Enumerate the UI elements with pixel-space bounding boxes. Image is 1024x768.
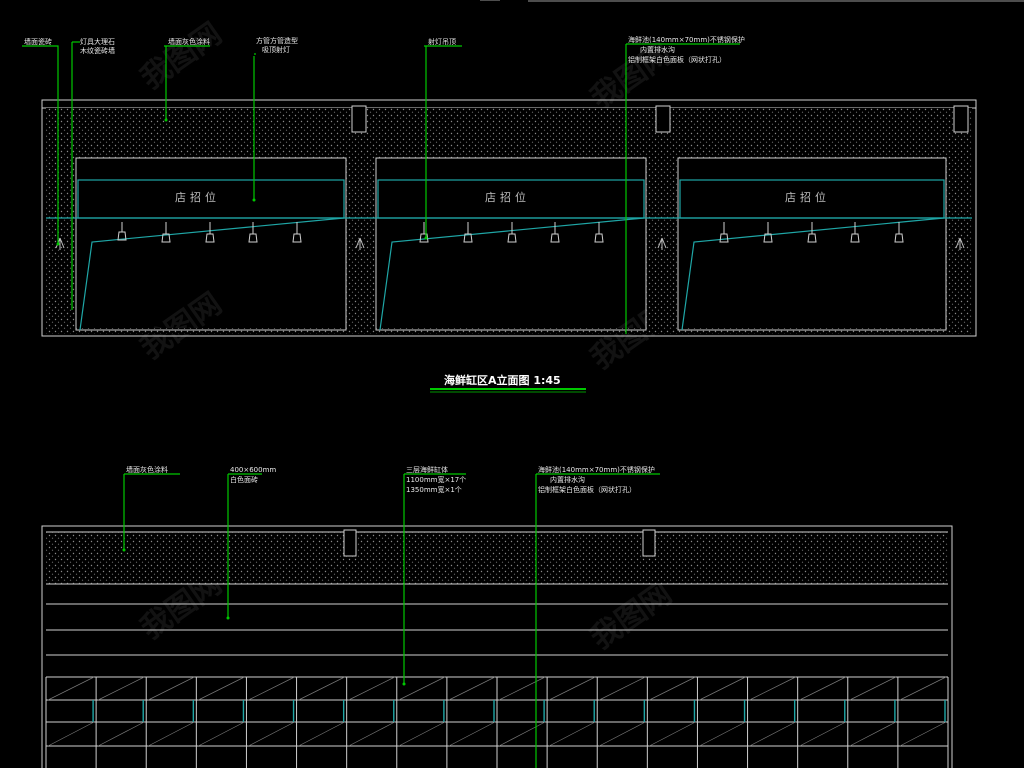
callout-label: 1350mm宽×1个 — [406, 485, 462, 494]
glass-hatch — [398, 676, 446, 701]
drawing-title: 海鲜缸区A立面图 1:45 — [430, 373, 586, 393]
column — [346, 158, 376, 328]
callout-label: 400×600mm — [230, 466, 276, 474]
glass-hatch — [198, 721, 245, 747]
glass-hatch — [799, 676, 846, 701]
glass-hatch — [548, 721, 596, 747]
callout-label: 铝制框架白色面板（网状打孔） — [628, 55, 726, 64]
glass-hatch — [749, 676, 796, 701]
callout-label: 墙面灰色涂料 — [126, 465, 168, 474]
callout-label: 海鲜池(140mm×70mm)不锈钢保护 — [628, 35, 745, 44]
top-edge-marks — [480, 0, 1024, 2]
callout-label: 射灯吊顶 — [428, 37, 456, 46]
glass-hatch — [298, 676, 345, 701]
pendant-lamps — [117, 222, 904, 243]
callout-label: 木纹瓷砖墙 — [80, 46, 115, 55]
glass-hatch — [799, 721, 846, 747]
sign-text: 店招位 — [485, 190, 530, 204]
svg-text:我图网: 我图网 — [585, 576, 679, 656]
glass-hatch — [849, 721, 897, 747]
callout-label: 吸顶射灯 — [262, 45, 290, 54]
glass-hatch — [448, 676, 496, 701]
glass-hatch — [348, 676, 395, 701]
svg-text:我图网: 我图网 — [135, 16, 229, 96]
glass-hatch — [649, 676, 696, 701]
glass-hatch — [198, 676, 245, 701]
glass-hatch — [298, 721, 345, 747]
glass-hatch — [97, 676, 145, 701]
glass-hatch — [699, 721, 746, 747]
glass-hatch — [599, 721, 646, 747]
title-text: 海鲜缸区A立面图 1:45 — [444, 373, 561, 387]
sign-text: 店招位 — [175, 190, 220, 204]
callout-label: 海鲜池(140mm×70mm)不锈钢保护 — [538, 465, 655, 474]
glass-hatch — [47, 676, 95, 701]
column — [946, 158, 972, 328]
glass-hatch — [498, 676, 546, 701]
glass-hatch — [649, 721, 696, 747]
callout-label: 墙面灰色涂料 — [168, 37, 210, 46]
callout-label: 灯具大理石 — [80, 37, 115, 46]
glass-hatch — [97, 721, 145, 747]
callout-label: 铝制框架白色面板（网状打孔） — [538, 485, 636, 494]
glass-hatch — [699, 676, 746, 701]
glass-hatch — [348, 721, 395, 747]
cad-drawing: 我图网 我图网 我图网 我图网 我图网 我图网 店招位 店招位 店招位 墙面瓷砖… — [22, 0, 1024, 768]
glass-hatch — [899, 676, 947, 701]
glass-hatch — [599, 676, 646, 701]
glass-hatch — [398, 721, 446, 747]
sign-text: 店招位 — [785, 190, 830, 204]
callout-label: 三层海鲜缸体 — [406, 465, 448, 474]
callout-label: 1100mm宽×17个 — [406, 475, 466, 484]
callout-label: 内置排水沟 — [640, 45, 675, 54]
glass-hatch — [899, 721, 947, 747]
glass-hatch — [498, 721, 546, 747]
glass-hatch — [248, 721, 295, 747]
callout-label: 墙面瓷砖 — [24, 37, 52, 46]
callout-label: 内置排水沟 — [550, 475, 585, 484]
callout-label: 白色面砖 — [230, 475, 258, 484]
glass-hatch — [548, 676, 596, 701]
glass-hatch — [47, 721, 95, 747]
glass-hatch — [248, 676, 295, 701]
glass-hatch — [148, 676, 195, 701]
callout-label: 方管方管造型 — [256, 36, 298, 45]
glass-hatch — [749, 721, 796, 747]
svg-text:我图网: 我图网 — [135, 286, 229, 366]
glass-hatch — [148, 721, 195, 747]
glass-hatch — [448, 721, 496, 747]
glass-hatch — [849, 676, 897, 701]
